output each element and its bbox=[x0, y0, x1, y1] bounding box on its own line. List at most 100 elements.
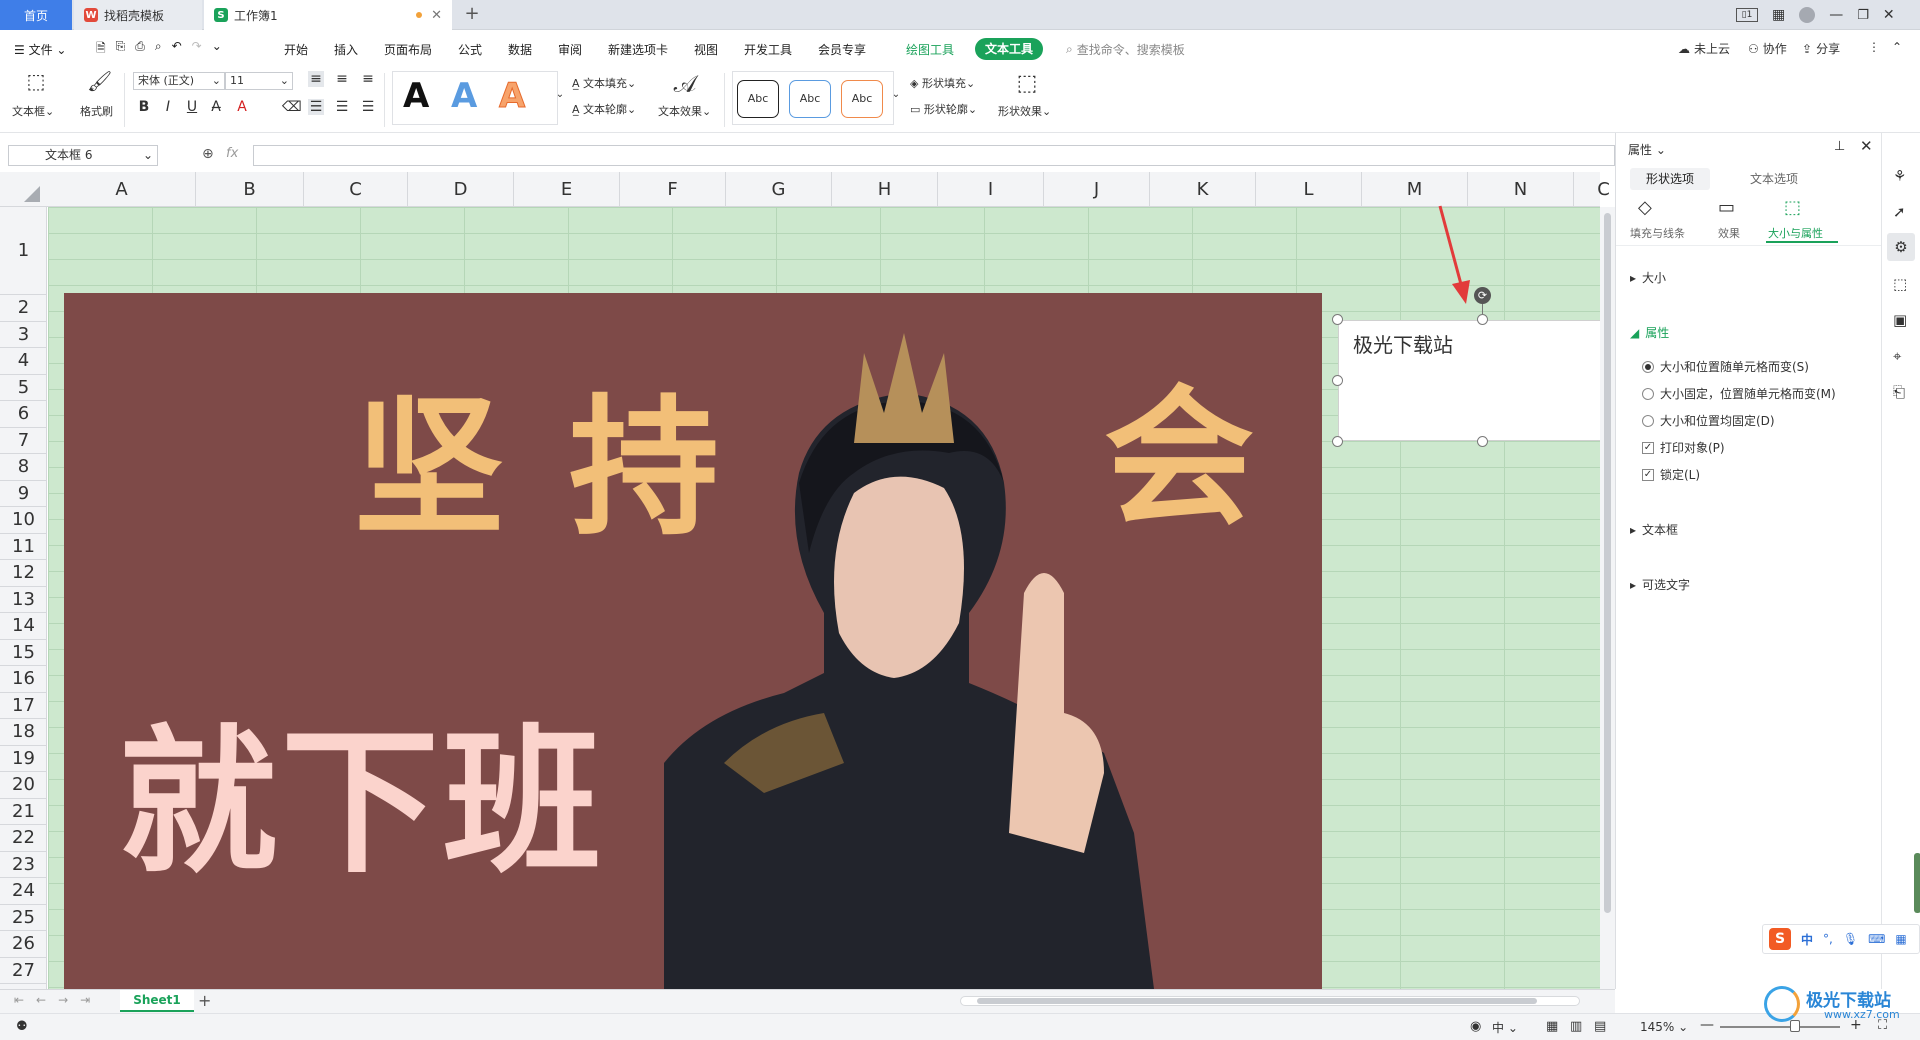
tab-template[interactable]: W 找稻壳模板 bbox=[74, 0, 202, 30]
align-center-icon[interactable]: ☰ bbox=[334, 99, 350, 115]
checkbox-print-object[interactable]: ✓ 打印对象(P) bbox=[1642, 439, 1725, 456]
text-effect-button[interactable]: 文本效果⌄ bbox=[658, 103, 711, 119]
layout-icon[interactable]: ▯1 bbox=[1736, 8, 1758, 22]
font-color-icon[interactable]: A bbox=[234, 99, 250, 115]
column-header-a[interactable]: A bbox=[48, 172, 196, 207]
microphone-icon[interactable]: 🎙 bbox=[1843, 932, 1858, 946]
cloud-status-button[interactable]: ☁ 未上云 bbox=[1678, 40, 1730, 57]
shape-fill-button[interactable]: ◈ 形状填充⌄ bbox=[910, 75, 975, 91]
column-header-e[interactable]: E bbox=[514, 172, 620, 207]
text-outline-button[interactable]: A̲ 文本轮廓⌄ bbox=[572, 101, 636, 117]
location-tool-icon[interactable]: ⌖ bbox=[1893, 347, 1901, 365]
menu-new-tab[interactable]: 新建选项卡 bbox=[608, 41, 668, 58]
column-header-c[interactable]: C bbox=[304, 172, 408, 207]
row-header-22[interactable]: 22 bbox=[0, 825, 46, 852]
collaborate-button[interactable]: ⚇ 协作 bbox=[1748, 40, 1787, 57]
row-header-8[interactable]: 8 bbox=[0, 454, 46, 481]
subtab-effect[interactable]: 效果 bbox=[1718, 225, 1740, 241]
selected-textbox[interactable]: 极光下载站 bbox=[1338, 320, 1602, 441]
shape-style-orange[interactable]: Abc bbox=[841, 80, 883, 118]
column-header-g[interactable]: G bbox=[726, 172, 832, 207]
properties-tool-icon[interactable]: ⚙ bbox=[1887, 233, 1915, 261]
zoom-out-icon[interactable]: — bbox=[1700, 1017, 1714, 1033]
underline-button[interactable]: U bbox=[184, 99, 200, 115]
row-header-17[interactable]: 17 bbox=[0, 693, 46, 719]
inserted-picture[interactable]: 坚 持 会 就下班 bbox=[64, 293, 1322, 989]
font-size-select[interactable]: 11 ⌄ bbox=[225, 72, 293, 90]
row-header-3[interactable]: 3 bbox=[0, 322, 46, 348]
print-preview-icon[interactable]: ⌕ bbox=[155, 39, 162, 60]
column-header-f[interactable]: F bbox=[620, 172, 726, 207]
row-header-6[interactable]: 6 bbox=[0, 401, 46, 428]
column-header-d[interactable]: D bbox=[408, 172, 514, 207]
vertical-scrollbar[interactable] bbox=[1600, 207, 1615, 989]
row-header-12[interactable]: 12 bbox=[0, 560, 46, 587]
font-name-select[interactable]: 宋体 (正文) ⌄ bbox=[133, 72, 225, 90]
row-header-19[interactable]: 19 bbox=[0, 746, 46, 772]
align-right-icon[interactable]: ☰ bbox=[360, 99, 376, 115]
punctuation-icon[interactable]: °, bbox=[1823, 932, 1833, 946]
row-header-21[interactable]: 21 bbox=[0, 799, 46, 825]
textbox-button[interactable]: 文本框⌄ bbox=[12, 103, 54, 119]
close-tab-icon[interactable]: ✕ bbox=[431, 8, 442, 23]
wordart-style-orange[interactable]: A bbox=[498, 76, 525, 117]
normal-view-icon[interactable]: ▦ bbox=[1546, 1019, 1558, 1034]
italic-button[interactable]: I bbox=[160, 99, 176, 115]
menu-review[interactable]: 审阅 bbox=[558, 41, 582, 58]
tab-workbook[interactable]: S 工作簿1 ✕ bbox=[204, 0, 452, 30]
clear-format-icon[interactable]: ⌫ bbox=[282, 99, 302, 115]
resize-handle-ml[interactable] bbox=[1332, 375, 1343, 386]
column-header-b[interactable]: B bbox=[196, 172, 304, 207]
image-tool-icon[interactable]: ▣ bbox=[1893, 311, 1907, 329]
size-props-icon[interactable]: ⬚ bbox=[1784, 197, 1801, 218]
wordart-more-icon[interactable]: ⌄ bbox=[552, 87, 568, 103]
ime-lang-toggle[interactable]: 中 bbox=[1801, 931, 1813, 948]
fx-button[interactable]: fx bbox=[226, 146, 238, 161]
page-layout-view-icon[interactable]: ▥ bbox=[1570, 1019, 1582, 1034]
menu-start[interactable]: 开始 bbox=[284, 41, 308, 58]
subtab-fill-line[interactable]: 填充与线条 bbox=[1630, 225, 1685, 241]
row-header-11[interactable]: 11 bbox=[0, 534, 46, 560]
wordart-style-black[interactable]: A bbox=[403, 76, 429, 116]
bold-button[interactable]: B bbox=[136, 99, 152, 115]
pin-icon[interactable]: ⊥ bbox=[1834, 139, 1845, 154]
minimize-icon[interactable]: — bbox=[1829, 7, 1843, 23]
section-textbox[interactable]: ▸ 文本框 bbox=[1630, 521, 1678, 538]
row-header-18[interactable]: 18 bbox=[0, 719, 46, 746]
share-button[interactable]: ⇪ 分享 bbox=[1802, 40, 1840, 57]
text-effect-icon[interactable]: 𝒜 bbox=[672, 71, 698, 97]
more-options-icon[interactable]: ⋮ bbox=[1868, 40, 1880, 54]
menu-view[interactable]: 视图 bbox=[694, 41, 718, 58]
menu-formula[interactable]: 公式 bbox=[458, 41, 482, 58]
print-icon[interactable]: ⎙ bbox=[135, 39, 145, 60]
zoom-slider[interactable] bbox=[1720, 1026, 1840, 1028]
radio-fixed-all[interactable]: 大小和位置均固定(D) bbox=[1642, 412, 1775, 429]
book-tool-icon[interactable]: ⎗ bbox=[1893, 383, 1905, 401]
add-sheet-button[interactable]: + bbox=[198, 991, 211, 1010]
menu-member[interactable]: 会员专享 bbox=[818, 41, 866, 58]
file-menu[interactable]: ☰ 文件 ⌄ bbox=[14, 41, 66, 58]
shape-style-more-icon[interactable]: ⌄ bbox=[888, 87, 904, 103]
checkbox-locked[interactable]: ✓ 锁定(L) bbox=[1642, 466, 1700, 483]
resize-handle-tl[interactable] bbox=[1332, 314, 1343, 325]
menu-data[interactable]: 数据 bbox=[508, 41, 532, 58]
restore-icon[interactable]: ❐ bbox=[1857, 8, 1869, 23]
sogou-logo-icon[interactable]: S bbox=[1769, 928, 1791, 950]
avatar[interactable] bbox=[1799, 7, 1816, 23]
side-drag-handle[interactable] bbox=[1914, 853, 1920, 913]
row-header-13[interactable]: 13 bbox=[0, 587, 46, 613]
sheet-tab-sheet1[interactable]: Sheet1 bbox=[120, 990, 194, 1012]
macro-icon[interactable]: ⚉ bbox=[16, 1019, 28, 1034]
new-tab-button[interactable]: + bbox=[462, 5, 482, 25]
eye-protection-icon[interactable]: ◉ bbox=[1470, 1019, 1481, 1034]
close-panel-icon[interactable]: ✕ bbox=[1860, 137, 1873, 155]
wordart-style-blue[interactable]: A bbox=[451, 76, 477, 116]
column-header-i[interactable]: I bbox=[938, 172, 1044, 207]
row-header-24[interactable]: 24 bbox=[0, 878, 46, 905]
redo-icon[interactable]: ↷ bbox=[192, 39, 202, 60]
close-window-icon[interactable]: ✕ bbox=[1883, 7, 1895, 23]
shape-effect-icon[interactable]: ⬚ bbox=[1014, 71, 1040, 97]
command-search[interactable]: ⌕ 查找命令、搜索模板 bbox=[1066, 41, 1185, 58]
section-size[interactable]: ▸ 大小 bbox=[1630, 269, 1666, 286]
menu-drawing-tools[interactable]: 绘图工具 bbox=[906, 41, 954, 58]
